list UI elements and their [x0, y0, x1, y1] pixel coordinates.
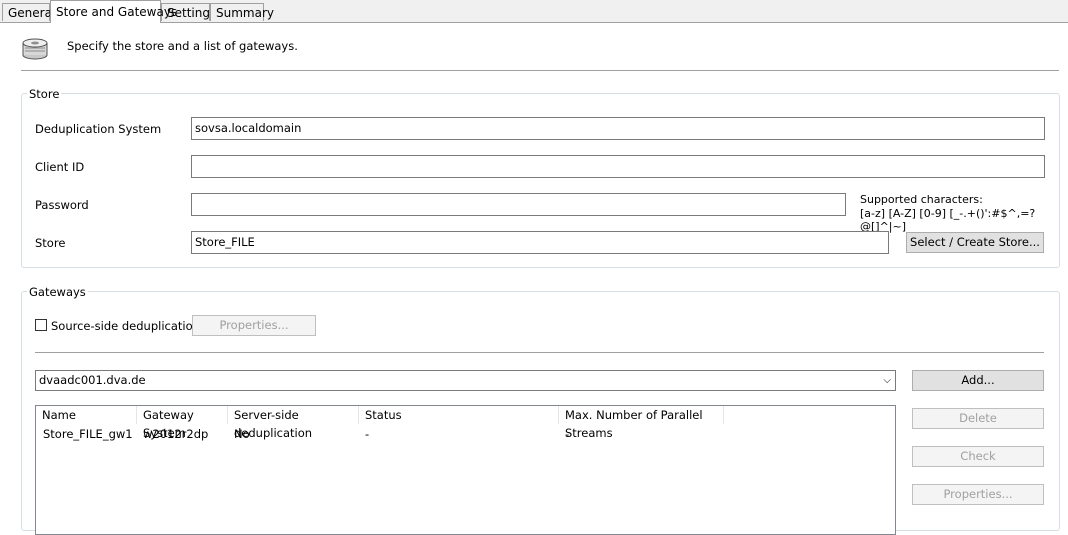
cell-server-side-dedup: No — [234, 427, 250, 441]
database-disk-icon — [21, 35, 49, 61]
gateway-host-selected: dvaadc001.dva.de — [39, 373, 146, 387]
tab-strip: General Store and Gateways Settings Summ… — [0, 0, 1068, 23]
tab-general[interactable]: General — [2, 3, 55, 21]
properties-button[interactable]: Properties... — [192, 315, 316, 336]
table-row[interactable]: Store_FILE_gw1 w2012r2dp No - - — [36, 425, 895, 441]
gateway-properties-button[interactable]: Properties... — [912, 484, 1044, 505]
gateways-divider — [35, 352, 1044, 353]
select-create-store-button[interactable]: Select / Create Store... — [906, 232, 1044, 253]
cell-name: Store_FILE_gw1 — [43, 427, 133, 441]
supported-characters-title: Supported characters: — [860, 193, 983, 206]
header-divider — [21, 70, 1059, 71]
client-id-input[interactable] — [191, 155, 1045, 178]
store-input[interactable]: Store_FILE — [191, 231, 889, 254]
store-legend: Store — [27, 87, 62, 101]
gateways-table: Name Gateway System Server-side deduplic… — [35, 405, 896, 535]
add-gateway-button[interactable]: Add... — [912, 370, 1044, 391]
password-label: Password — [35, 198, 89, 212]
gateways-legend: Gateways — [27, 285, 88, 299]
column-header-max-streams[interactable]: Max. Number of Parallel Streams — [559, 406, 724, 440]
gateway-host-select[interactable]: dvaadc001.dva.de ⌵ — [35, 370, 896, 391]
check-gateway-button[interactable]: Check — [912, 446, 1044, 467]
column-header-name[interactable]: Name — [36, 406, 137, 424]
column-header-server-side-dedup[interactable]: Server-side deduplication — [228, 406, 359, 440]
cell-gateway-system: w2012r2dp — [143, 427, 209, 441]
cell-status: - — [365, 427, 370, 441]
client-id-label: Client ID — [35, 160, 85, 174]
dedup-system-label: Deduplication System — [35, 122, 162, 136]
source-side-dedup-checkbox[interactable] — [35, 319, 47, 331]
column-header-status[interactable]: Status — [359, 406, 559, 424]
dedup-system-input[interactable]: sovsa.localdomain — [191, 117, 1045, 140]
tab-summary[interactable]: Summary — [210, 3, 274, 21]
cell-max-streams: - — [565, 427, 570, 441]
store-label: Store — [35, 236, 66, 250]
source-side-dedup-label: Source-side deduplication — [51, 319, 200, 333]
tab-store-and-gateways[interactable]: Store and Gateways — [50, 0, 177, 23]
page-description: Specify the store and a list of gateways… — [67, 39, 298, 53]
column-header-gateway-system[interactable]: Gateway System — [137, 406, 228, 440]
supported-characters-list: [a-z] [A-Z] [0-9] [_-.+()':#$^,=?@[]^|~] — [860, 207, 1036, 233]
delete-gateway-button[interactable]: Delete — [912, 408, 1044, 429]
password-input[interactable] — [191, 193, 846, 216]
chevron-down-icon: ⌵ — [883, 375, 891, 386]
